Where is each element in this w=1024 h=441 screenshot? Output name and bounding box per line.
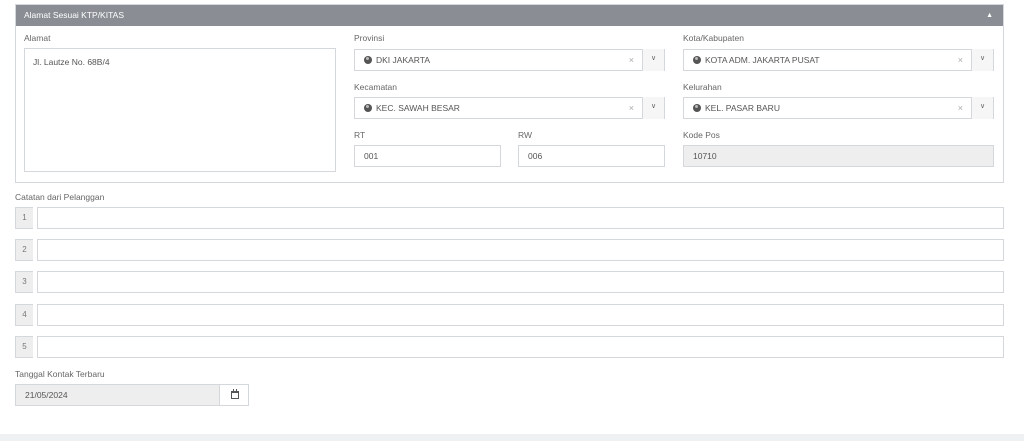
note-input-2[interactable]: [37, 239, 1004, 261]
address-panel-header[interactable]: Alamat Sesuai KTP/KITAS ▲: [16, 5, 1003, 26]
address-label: Alamat: [24, 33, 51, 43]
province-select[interactable]: DKI JAKARTA × ∨: [354, 49, 665, 71]
city-label: Kota/Kabupaten: [683, 33, 744, 43]
note-input-1[interactable]: [37, 207, 1004, 229]
globe-icon: [364, 56, 372, 64]
globe-icon: [693, 104, 701, 112]
rw-label: RW: [518, 130, 533, 140]
panel-title: Alamat Sesuai KTP/KITAS: [24, 10, 124, 20]
rt-label: RT: [354, 130, 366, 140]
province-label: Provinsi: [354, 33, 385, 43]
district-clear-icon[interactable]: ×: [629, 98, 634, 118]
note-number: 2: [15, 239, 33, 261]
city-value: KOTA ADM. JAKARTA PUSAT: [705, 55, 820, 65]
chevron-down-icon[interactable]: ∨: [642, 97, 664, 119]
notes-label: Catatan dari Pelanggan: [15, 192, 105, 202]
note-input-3[interactable]: [37, 271, 1004, 293]
note-number: 5: [15, 336, 33, 358]
subdistrict-clear-icon[interactable]: ×: [958, 98, 963, 118]
postal-value: 10710: [693, 151, 717, 161]
last-contact-label: Tanggal Kontak Terbaru: [15, 369, 105, 379]
address-textarea[interactable]: Jl. Lautze No. 68B/4: [24, 48, 336, 172]
note-input-5[interactable]: [37, 336, 1004, 358]
note-row: 5: [15, 336, 1004, 358]
rw-value: 006: [528, 151, 543, 161]
last-contact-value: 21/05/2024: [25, 390, 68, 400]
province-clear-icon[interactable]: ×: [629, 50, 634, 70]
note-number: 4: [15, 304, 33, 326]
district-label: Kecamatan: [354, 82, 397, 92]
note-row: 1: [15, 207, 1004, 229]
globe-icon: [693, 56, 701, 64]
subdistrict-select[interactable]: KEL. PASAR BARU × ∨: [683, 97, 994, 119]
chevron-down-icon[interactable]: ∨: [971, 49, 993, 71]
district-value: KEC. SAWAH BESAR: [376, 103, 460, 113]
postal-input[interactable]: 10710: [683, 145, 994, 167]
calendar-icon: [231, 389, 239, 399]
note-row: 2: [15, 239, 1004, 261]
district-select[interactable]: KEC. SAWAH BESAR × ∨: [354, 97, 665, 119]
subdistrict-label: Kelurahan: [683, 82, 722, 92]
date-picker-button[interactable]: [219, 384, 249, 406]
city-clear-icon[interactable]: ×: [958, 50, 963, 70]
city-select[interactable]: KOTA ADM. JAKARTA PUSAT × ∨: [683, 49, 994, 71]
rt-input[interactable]: 001: [354, 145, 501, 167]
address-value: Jl. Lautze No. 68B/4: [33, 57, 110, 67]
rt-value: 001: [364, 151, 379, 161]
note-number: 1: [15, 207, 33, 229]
note-input-4[interactable]: [37, 304, 1004, 326]
caret-up-icon[interactable]: ▲: [986, 5, 993, 26]
note-number: 3: [15, 271, 33, 293]
note-row: 4: [15, 304, 1004, 326]
form-page: Alamat Sesuai KTP/KITAS ▲ Alamat Jl. Lau…: [0, 0, 1024, 434]
subdistrict-value: KEL. PASAR BARU: [705, 103, 780, 113]
postal-label: Kode Pos: [683, 130, 720, 140]
last-contact-date-input[interactable]: 21/05/2024: [15, 384, 220, 406]
chevron-down-icon[interactable]: ∨: [971, 97, 993, 119]
note-row: 3: [15, 271, 1004, 293]
province-value: DKI JAKARTA: [376, 55, 431, 65]
globe-icon: [364, 104, 372, 112]
chevron-down-icon[interactable]: ∨: [642, 49, 664, 71]
rw-input[interactable]: 006: [518, 145, 665, 167]
